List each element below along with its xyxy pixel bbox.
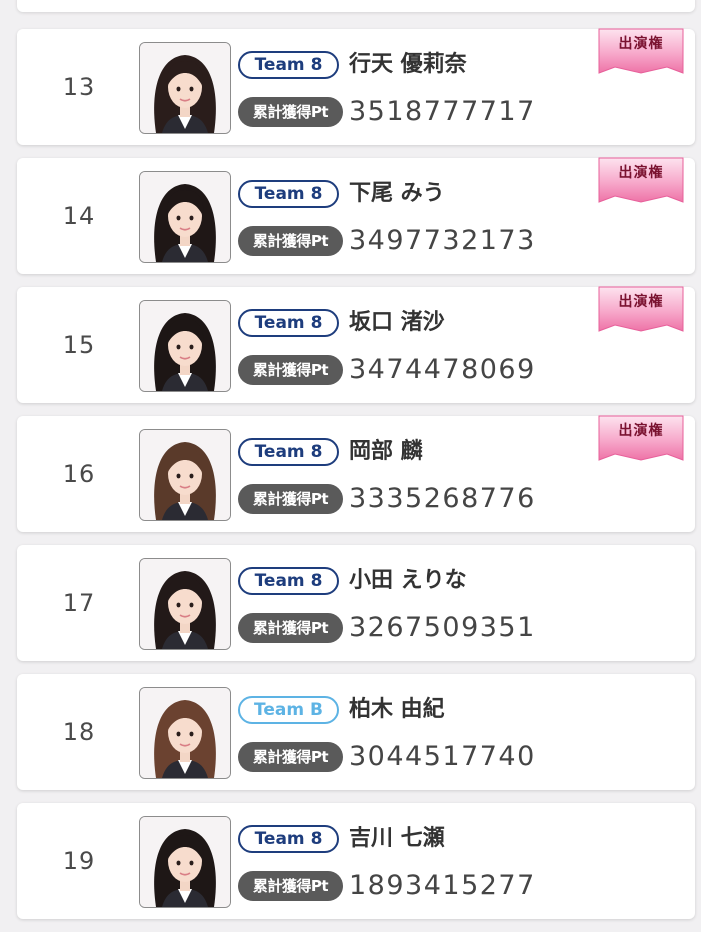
rank-number: 18 <box>62 718 96 746</box>
ranking-list: 13 Team 8 行天 優莉奈 累計獲得Pt 3518777717 出演権 1… <box>17 27 695 932</box>
member-name[interactable]: 岡部 麟 <box>349 438 423 466</box>
ranking-card[interactable]: 19 Team 8 吉川 七瀬 累計獲得Pt 1893415277 <box>17 803 695 919</box>
previous-card-edge <box>17 0 695 12</box>
team-badge: Team 8 <box>238 51 339 79</box>
rank-number: 16 <box>62 460 96 488</box>
points-value: 3267509351 <box>349 612 536 643</box>
ranking-card[interactable]: 18 Team B 柏木 由紀 累計獲得Pt 3044517740 <box>17 674 695 790</box>
member-portrait-graphic <box>140 43 230 133</box>
points-value: 3497732173 <box>349 225 536 256</box>
member-photo-icon[interactable] <box>139 429 231 521</box>
member-photo-icon[interactable] <box>139 300 231 392</box>
rank-number: 14 <box>62 202 96 230</box>
points-label: 累計獲得Pt <box>238 226 343 256</box>
member-portrait-graphic <box>140 688 230 778</box>
points-value: 1893415277 <box>349 870 536 901</box>
ranking-card[interactable]: 16 Team 8 岡部 麟 累計獲得Pt 3335268776 出演権 <box>17 414 695 532</box>
team-badge: Team B <box>238 696 339 724</box>
member-name[interactable]: 小田 えりな <box>349 567 467 595</box>
ranking-card[interactable]: 17 Team 8 小田 えりな 累計獲得Pt 3267509351 <box>17 545 695 661</box>
member-photo-icon[interactable] <box>139 42 231 134</box>
ribbon-label: 出演権 <box>618 165 664 181</box>
rank-number: 17 <box>62 589 96 617</box>
member-photo-icon[interactable] <box>139 816 231 908</box>
points-value: 3335268776 <box>349 483 536 514</box>
rank-number: 15 <box>62 331 96 359</box>
ribbon-label: 出演権 <box>618 294 664 310</box>
ribbon-label: 出演権 <box>618 36 664 52</box>
ribbon-badge-icon: 出演権 <box>597 27 685 79</box>
member-photo-icon[interactable] <box>139 687 231 779</box>
team-badge: Team 8 <box>238 309 339 337</box>
points-value: 3474478069 <box>349 354 536 385</box>
points-label: 累計獲得Pt <box>238 613 343 643</box>
ribbon-badge-icon: 出演権 <box>597 285 685 337</box>
points-value: 3044517740 <box>349 741 536 772</box>
points-label: 累計獲得Pt <box>238 742 343 772</box>
points-value: 3518777717 <box>349 96 536 127</box>
team-badge: Team 8 <box>238 825 339 853</box>
member-name[interactable]: 下尾 みう <box>349 180 445 208</box>
member-portrait-graphic <box>140 301 230 391</box>
member-name[interactable]: 行天 優莉奈 <box>349 51 467 79</box>
ranking-card[interactable]: 13 Team 8 行天 優莉奈 累計獲得Pt 3518777717 出演権 <box>17 27 695 145</box>
member-portrait-graphic <box>140 430 230 520</box>
member-name[interactable]: 吉川 七瀬 <box>349 825 445 853</box>
member-portrait-graphic <box>140 559 230 649</box>
member-name[interactable]: 坂口 渚沙 <box>349 309 445 337</box>
member-portrait-graphic <box>140 172 230 262</box>
points-label: 累計獲得Pt <box>238 484 343 514</box>
member-photo-icon[interactable] <box>139 171 231 263</box>
member-photo-icon[interactable] <box>139 558 231 650</box>
ranking-card[interactable]: 14 Team 8 下尾 みう 累計獲得Pt 3497732173 出演権 <box>17 156 695 274</box>
team-badge: Team 8 <box>238 438 339 466</box>
points-label: 累計獲得Pt <box>238 97 343 127</box>
rank-number: 13 <box>62 73 96 101</box>
team-badge: Team 8 <box>238 567 339 595</box>
member-name[interactable]: 柏木 由紀 <box>349 696 445 724</box>
team-badge: Team 8 <box>238 180 339 208</box>
points-label: 累計獲得Pt <box>238 355 343 385</box>
ribbon-badge-icon: 出演権 <box>597 414 685 466</box>
rank-number: 19 <box>62 847 96 875</box>
member-portrait-graphic <box>140 817 230 907</box>
points-label: 累計獲得Pt <box>238 871 343 901</box>
ranking-card[interactable]: 15 Team 8 坂口 渚沙 累計獲得Pt 3474478069 出演権 <box>17 285 695 403</box>
ribbon-badge-icon: 出演権 <box>597 156 685 208</box>
ribbon-label: 出演権 <box>618 423 664 439</box>
